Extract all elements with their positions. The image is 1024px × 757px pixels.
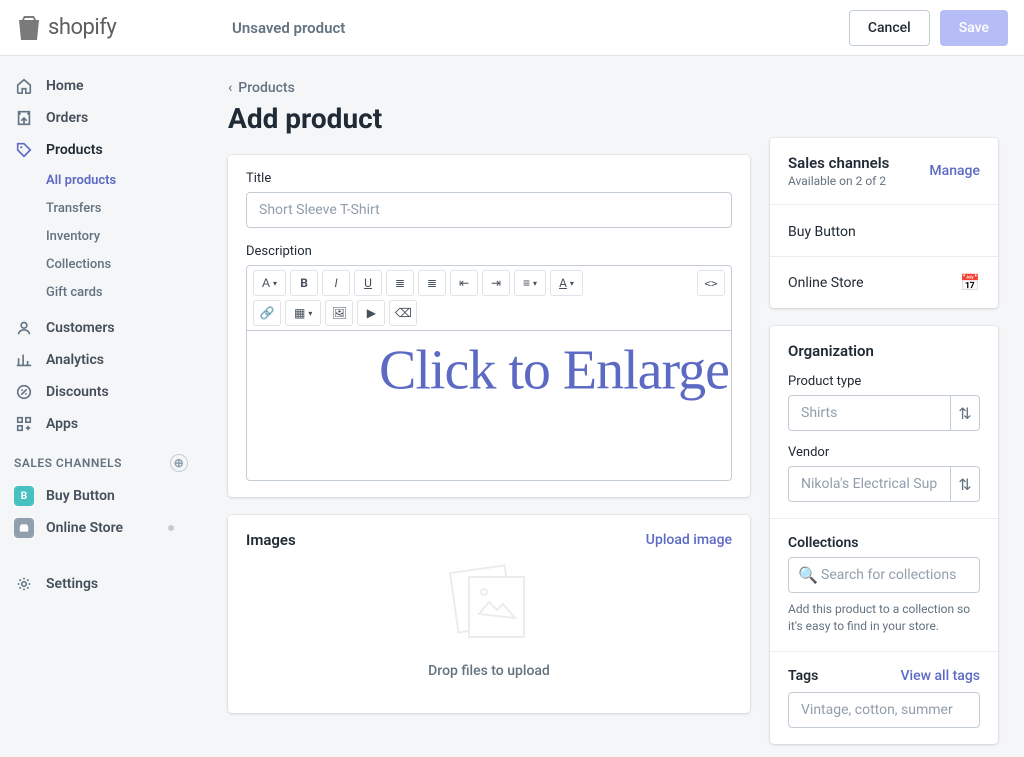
rte-toolbar: A ▾ B I U ≣ ≣ ⇤ ⇥ ≡ ▾ A ▾ <>	[246, 265, 732, 331]
sidebar-item-orders[interactable]: Orders	[0, 102, 202, 134]
rte-bold[interactable]: B	[290, 270, 318, 296]
page-title: Add product	[228, 102, 750, 135]
vendor-dropdown[interactable]: ⇅	[950, 466, 980, 502]
collections-label: Collections	[788, 535, 980, 551]
product-type-label: Product type	[788, 374, 980, 389]
organization-heading: Organization	[788, 342, 980, 360]
search-icon: 🔍	[798, 566, 818, 585]
sidebar-item-label: Customers	[46, 320, 115, 336]
apps-icon	[14, 414, 34, 434]
unsaved-product-label: Unsaved product	[202, 19, 849, 37]
sidebar-sub-inventory[interactable]: Inventory	[0, 222, 202, 250]
products-icon	[14, 140, 34, 160]
sidebar-item-customers[interactable]: Customers	[0, 312, 202, 344]
sales-channels-header: SALES CHANNELS ⊕	[0, 440, 202, 480]
sidebar-sub-all-products[interactable]: All products	[0, 166, 202, 194]
sidebar-item-home[interactable]: Home	[0, 70, 202, 102]
sidebar-item-analytics[interactable]: Analytics	[0, 344, 202, 376]
sidebar-item-discounts[interactable]: Discounts	[0, 376, 202, 408]
sidebar-item-label: Apps	[46, 416, 78, 432]
chevron-left-icon: ‹	[228, 80, 232, 96]
sidebar-sub-gift-cards[interactable]: Gift cards	[0, 278, 202, 306]
rte-bullet-list[interactable]: ≣	[386, 270, 414, 296]
image-placeholder-icon	[439, 559, 539, 649]
rte-table[interactable]: ▦ ▾	[285, 300, 321, 326]
sidebar-sub-transfers[interactable]: Transfers	[0, 194, 202, 222]
channel-row-buy-button: Buy Button	[770, 204, 998, 256]
images-heading: Images	[246, 531, 296, 549]
rte-align[interactable]: ≡ ▾	[514, 270, 546, 296]
images-dropzone[interactable]: Drop files to upload	[246, 549, 732, 697]
organization-card: Organization Product type ⇅ Vendor ⇅ Col…	[770, 326, 998, 744]
breadcrumb[interactable]: ‹ Products	[228, 80, 750, 96]
rte-italic[interactable]: I	[322, 270, 350, 296]
manage-channels-link[interactable]: Manage	[929, 163, 980, 179]
sidebar-item-label: Orders	[46, 110, 88, 126]
vendor-label: Vendor	[788, 445, 980, 460]
rte-font-family[interactable]: A ▾	[253, 270, 286, 296]
channel-buy-button[interactable]: B Buy Button	[0, 480, 202, 512]
rte-text-color[interactable]: A ▾	[550, 270, 583, 296]
sales-channels-card: Sales channels Available on 2 of 2 Manag…	[770, 138, 998, 308]
rte-clear-format[interactable]: ⌫	[389, 300, 417, 326]
sales-available-text: Available on 2 of 2	[788, 174, 889, 188]
topbar: shopify Unsaved product Cancel Save	[0, 0, 1024, 56]
product-type-input[interactable]	[788, 395, 950, 431]
shopify-bag-icon	[16, 14, 42, 42]
channel-online-store[interactable]: Online Store	[0, 512, 202, 544]
view-all-tags-link[interactable]: View all tags	[901, 668, 981, 684]
tags-input[interactable]	[788, 692, 980, 728]
gear-icon	[14, 574, 34, 594]
logo-text: shopify	[48, 15, 116, 40]
channel-row-online-store: Online Store 📅	[770, 256, 998, 308]
main-content: ‹ Products Add product Title Description…	[202, 56, 1024, 757]
rte-indent[interactable]: ⇥	[482, 270, 510, 296]
sidebar-item-label: Home	[46, 78, 84, 94]
drop-text: Drop files to upload	[246, 663, 732, 679]
sidebar-item-products[interactable]: Products	[0, 134, 202, 166]
images-card: Images Upload image Drop files to upload	[228, 515, 750, 713]
pin-indicator-icon	[168, 525, 174, 531]
online-store-icon	[14, 518, 34, 538]
product-type-dropdown[interactable]: ⇅	[950, 395, 980, 431]
tags-label: Tags	[788, 668, 818, 684]
rte-outdent[interactable]: ⇤	[450, 270, 478, 296]
logo[interactable]: shopify	[16, 14, 202, 42]
sidebar-item-label: Analytics	[46, 352, 104, 368]
title-input[interactable]	[246, 192, 732, 228]
title-label: Title	[246, 171, 732, 186]
sidebar-item-apps[interactable]: Apps	[0, 408, 202, 440]
sidebar: Home Orders Products All products Transf…	[0, 56, 202, 757]
sales-channels-heading: Sales channels	[788, 154, 889, 172]
upload-image-link[interactable]: Upload image	[646, 532, 732, 548]
orders-icon	[14, 108, 34, 128]
cancel-button[interactable]: Cancel	[849, 10, 930, 46]
rte-html[interactable]: <>	[697, 270, 725, 296]
home-icon	[14, 76, 34, 96]
rte-underline[interactable]: U	[354, 270, 382, 296]
rte-number-list[interactable]: ≣	[418, 270, 446, 296]
rte-image[interactable]: 🖼	[325, 300, 353, 326]
vendor-input[interactable]	[788, 466, 950, 502]
product-details-card: Title Description A ▾ B I U ≣ ≣ ⇤ ⇥	[228, 155, 750, 497]
sidebar-item-label: Products	[46, 142, 103, 158]
save-button[interactable]: Save	[940, 10, 1008, 46]
buy-button-icon: B	[14, 486, 34, 506]
rte-video[interactable]: ▶	[357, 300, 385, 326]
rte-link[interactable]: 🔗	[253, 300, 281, 326]
description-label: Description	[246, 244, 732, 259]
sidebar-sub-collections[interactable]: Collections	[0, 250, 202, 278]
analytics-icon	[14, 350, 34, 370]
sidebar-item-settings[interactable]: Settings	[0, 568, 202, 600]
add-channel-button[interactable]: ⊕	[170, 454, 188, 472]
collections-help: Add this product to a collection so it's…	[788, 601, 980, 635]
description-editor[interactable]	[246, 331, 732, 481]
discounts-icon	[14, 382, 34, 402]
customers-icon	[14, 318, 34, 338]
calendar-icon[interactable]: 📅	[960, 273, 980, 292]
sidebar-item-label: Discounts	[46, 384, 109, 400]
